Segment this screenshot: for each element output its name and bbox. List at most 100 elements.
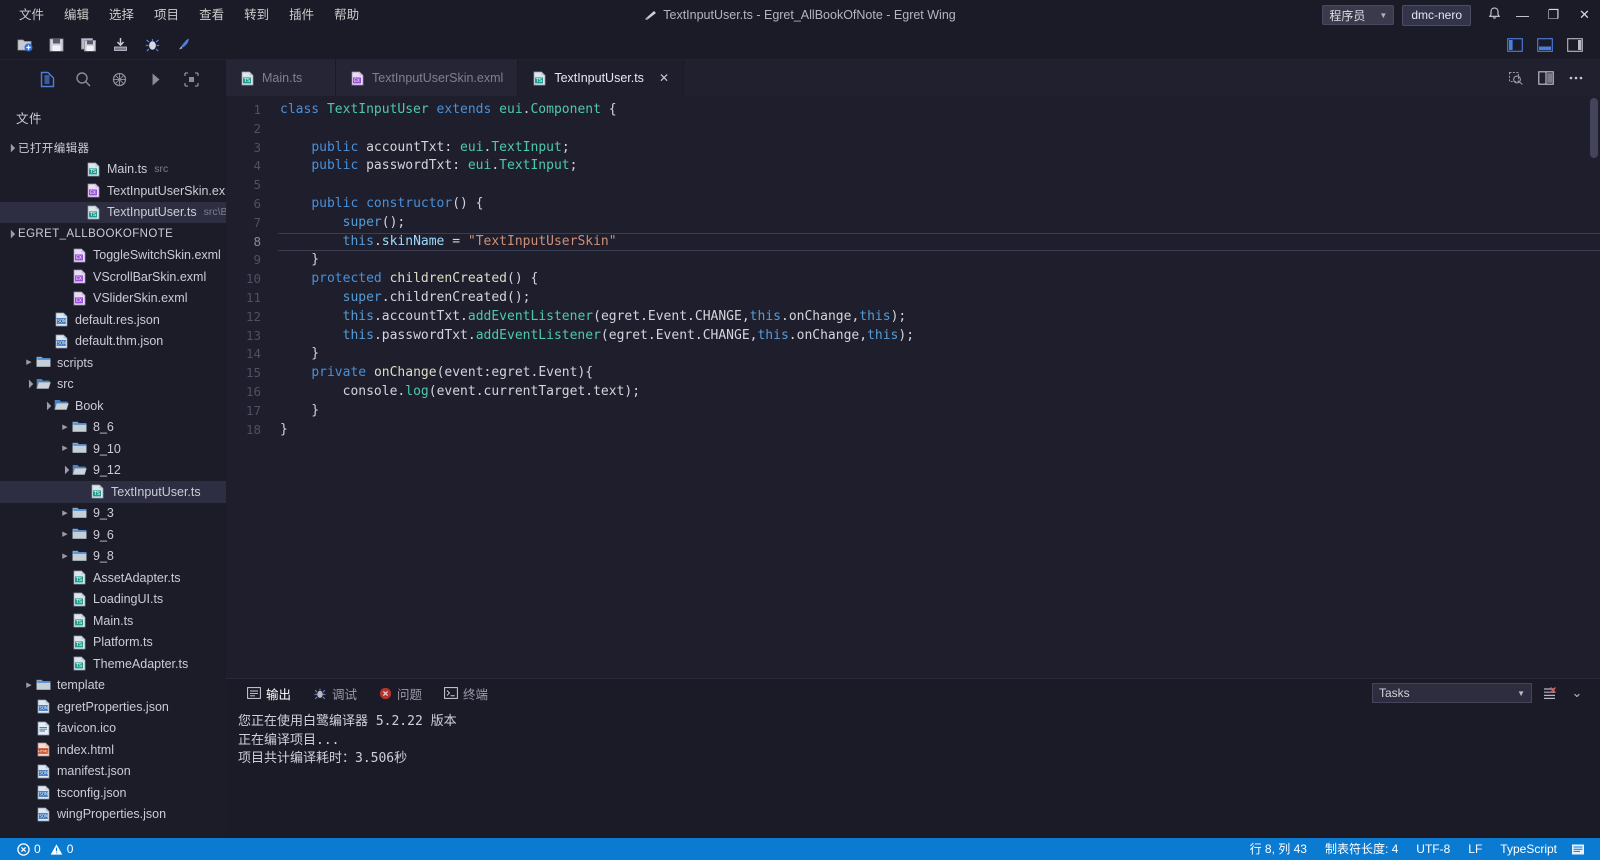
build-icon[interactable]	[136, 32, 168, 58]
tab-size[interactable]: 制表符长度: 4	[1316, 838, 1407, 860]
chevron-down-icon[interactable]: ◢	[39, 398, 55, 414]
tree-item-1[interactable]: EX VScrollBarSkin.exml	[0, 266, 226, 288]
toggle-panel-icon[interactable]	[1532, 33, 1558, 57]
menu-item-1[interactable]: 编辑	[55, 4, 98, 26]
chevron-down-icon[interactable]: ◢	[3, 140, 19, 156]
code-line-14[interactable]: 14 }	[226, 345, 1600, 364]
tree-section-open-editors[interactable]: ◢ 已打开编辑器	[0, 137, 226, 159]
code-content[interactable]: 1 class TextInputUser extends eui.Compone…	[226, 96, 1600, 439]
code-line-3[interactable]: 3 public accountTxt: eui.TextInput;	[226, 139, 1600, 158]
line-ending[interactable]: LF	[1459, 838, 1491, 860]
preview-icon[interactable]	[1502, 65, 1530, 91]
menu-item-4[interactable]: 查看	[190, 4, 233, 26]
chevron-right-icon[interactable]: ▶	[58, 531, 72, 538]
tree-item-15[interactable]: TS AssetAdapter.ts	[0, 567, 226, 589]
explorer-icon[interactable]	[30, 64, 64, 94]
code-line-15[interactable]: 15 private onChange(event:egret.Event){	[226, 364, 1600, 383]
code-line-2[interactable]: 2	[226, 120, 1600, 139]
panel-tab-1[interactable]: 调试	[304, 681, 366, 706]
tree-item-16[interactable]: TS LoadingUI.ts	[0, 589, 226, 611]
chevron-right-icon[interactable]: ▶	[58, 445, 72, 452]
encoding[interactable]: UTF-8	[1407, 838, 1459, 860]
open-editor-item-1[interactable]: EXTextInputUserSkin.exmlresou...	[0, 180, 226, 202]
chevron-right-icon[interactable]: ▶	[22, 682, 36, 689]
new-file-icon[interactable]	[8, 32, 40, 58]
tree-item-18[interactable]: TS Platform.ts	[0, 632, 226, 654]
chevron-down-icon[interactable]: ◢	[3, 226, 19, 242]
code-line-13[interactable]: 13 this.passwordTxt.addEventListener(egr…	[226, 327, 1600, 346]
error-warning-counts[interactable]: 0 0	[12, 838, 78, 860]
tree-item-12[interactable]: ▶ 9_3	[0, 503, 226, 525]
tree-item-25[interactable]: JSON tsconfig.json	[0, 782, 226, 804]
tree-item-2[interactable]: EX VSliderSkin.exml	[0, 288, 226, 310]
chevron-right-icon[interactable]: ▶	[58, 510, 72, 517]
language-mode[interactable]: TypeScript	[1491, 838, 1566, 860]
tree-item-23[interactable]: HTML index.html	[0, 739, 226, 761]
search-icon[interactable]	[66, 64, 100, 94]
code-editor[interactable]: 1 class TextInputUser extends eui.Compone…	[226, 96, 1600, 678]
role-select[interactable]: 程序员 ▼	[1322, 5, 1395, 25]
tree-item-0[interactable]: EX ToggleSwitchSkin.exml	[0, 245, 226, 267]
chevron-right-icon[interactable]: ▶	[22, 359, 36, 366]
menu-item-7[interactable]: 帮助	[325, 4, 368, 26]
editor-tab-1[interactable]: EX TextInputUserSkin.exml	[336, 60, 519, 96]
editor-tab-0[interactable]: TS Main.ts	[226, 60, 336, 96]
chevron-down-icon[interactable]: ◢	[57, 462, 73, 478]
editor-scrollbar[interactable]	[1590, 98, 1598, 158]
code-line-1[interactable]: 1 class TextInputUser extends eui.Compone…	[226, 101, 1600, 120]
file-explorer-tree[interactable]: ◢ 已打开编辑器 TS Main.ts src EX TextInputUserSkin.e…	[0, 137, 226, 838]
tree-item-11[interactable]: TS TextInputUser.ts	[0, 481, 226, 503]
tree-item-9[interactable]: ▶ 9_10	[0, 438, 226, 460]
tree-item-26[interactable]: JSON wingProperties.json	[0, 804, 226, 826]
tree-item-14[interactable]: ▶ 9_8	[0, 546, 226, 568]
panel-tab-2[interactable]: 问题	[370, 681, 431, 706]
cursor-position[interactable]: 行 8, 列 43	[1241, 838, 1316, 860]
code-line-6[interactable]: 6 public constructor() {	[226, 195, 1600, 214]
tree-item-5[interactable]: ▶ scripts	[0, 352, 226, 374]
save-icon[interactable]	[40, 32, 72, 58]
tree-item-3[interactable]: JSON default.res.json	[0, 309, 226, 331]
open-editor-item-0[interactable]: TS Main.ts src	[0, 159, 226, 181]
code-line-16[interactable]: 16 console.log(event.currentTarget.text)…	[226, 383, 1600, 402]
tree-section-project[interactable]: ◢ EGRET_ALLBOOKOFNOTE	[0, 223, 226, 245]
toggle-sidebar-icon[interactable]	[1502, 33, 1528, 57]
menu-item-5[interactable]: 转到	[235, 4, 278, 26]
tree-item-24[interactable]: JSON manifest.json	[0, 761, 226, 783]
code-line-9[interactable]: 9 }	[226, 251, 1600, 270]
maximize-button[interactable]: ❐	[1538, 0, 1569, 30]
chevron-right-icon[interactable]: ▶	[58, 553, 72, 560]
code-line-7[interactable]: 7 super();	[226, 214, 1600, 233]
code-line-10[interactable]: 10 protected childrenCreated() {	[226, 270, 1600, 289]
editor-tab-2[interactable]: TS TextInputUser.ts ✕	[518, 60, 684, 96]
tree-item-21[interactable]: JSON egretProperties.json	[0, 696, 226, 718]
tree-item-17[interactable]: TS Main.ts	[0, 610, 226, 632]
code-line-8[interactable]: 8 this.skinName = "TextInputUserSkin"	[226, 232, 1600, 252]
tree-item-20[interactable]: ▶ template	[0, 675, 226, 697]
run-icon[interactable]	[168, 32, 200, 58]
tree-item-22[interactable]: favicon.ico	[0, 718, 226, 740]
code-line-17[interactable]: 17 }	[226, 402, 1600, 421]
code-line-12[interactable]: 12 this.accountTxt.addEventListener(egre…	[226, 308, 1600, 327]
code-line-18[interactable]: 18}	[226, 421, 1600, 440]
chevron-right-icon[interactable]: ▶	[58, 424, 72, 431]
open-editor-item-2[interactable]: TS TextInputUser.ts src\Book\9_12	[0, 201, 226, 223]
tab-close-icon[interactable]: ✕	[659, 71, 669, 85]
tree-item-6[interactable]: ◢ src	[0, 374, 226, 396]
bell-icon[interactable]	[1481, 6, 1507, 24]
panel-tab-3[interactable]: 终端	[435, 681, 497, 706]
feedback-icon[interactable]	[1566, 843, 1590, 856]
debug-icon[interactable]	[102, 64, 136, 94]
collapse-panel-icon[interactable]: ⌄	[1566, 682, 1588, 704]
more-actions-icon[interactable]	[1562, 65, 1590, 91]
clear-output-icon[interactable]	[1538, 682, 1560, 704]
code-line-4[interactable]: 4 public passwordTxt: eui.TextInput;	[226, 157, 1600, 176]
publish-icon[interactable]	[104, 32, 136, 58]
menu-item-3[interactable]: 项目	[145, 4, 188, 26]
panel-tab-0[interactable]: 输出	[238, 681, 300, 706]
close-button[interactable]: ✕	[1569, 0, 1600, 30]
tree-item-7[interactable]: ◢ Book	[0, 395, 226, 417]
extensions-icon[interactable]	[174, 64, 208, 94]
tree-item-10[interactable]: ◢ 9_12	[0, 460, 226, 482]
code-line-5[interactable]: 5	[226, 176, 1600, 195]
tree-item-4[interactable]: JSON default.thm.json	[0, 331, 226, 353]
